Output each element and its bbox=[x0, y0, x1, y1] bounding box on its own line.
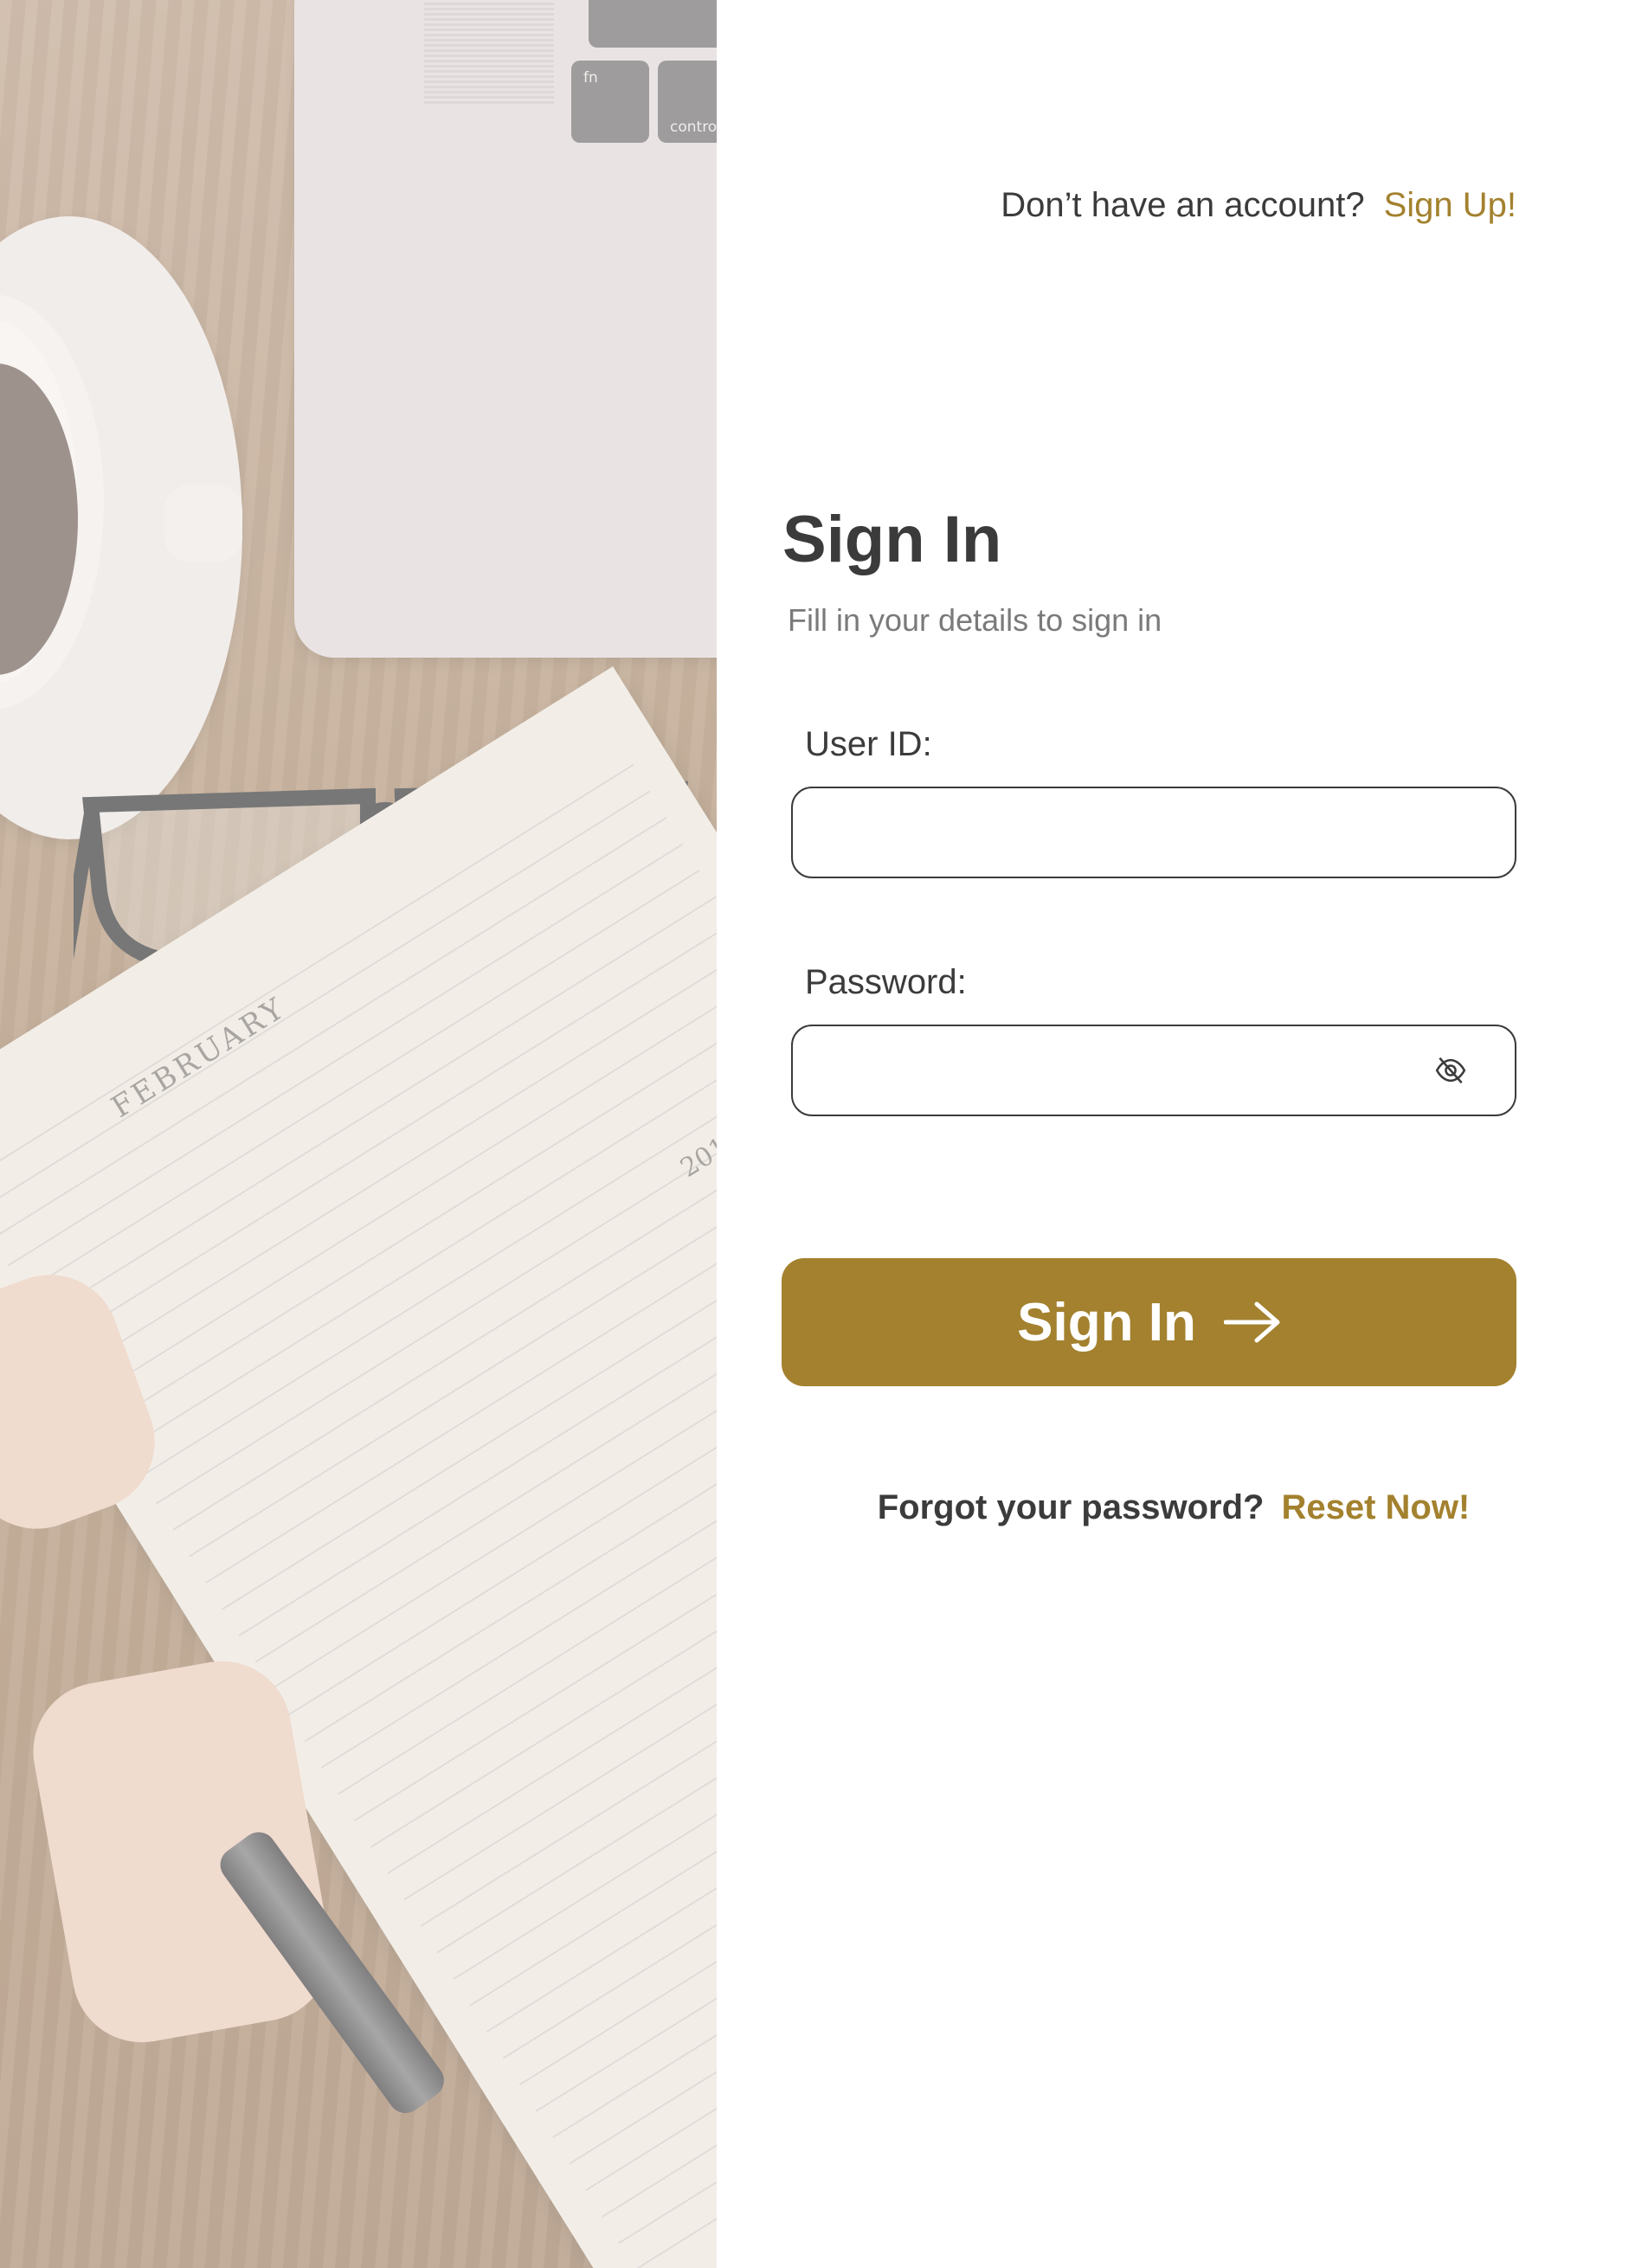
arrow-right-icon bbox=[1223, 1301, 1280, 1343]
signup-link[interactable]: Sign Up! bbox=[1384, 186, 1516, 225]
page-title: Sign In bbox=[782, 503, 1002, 576]
signup-prompt: Don’t have an account? Sign Up! bbox=[1001, 186, 1516, 225]
forgot-password-row: Forgot your password? Reset Now! bbox=[717, 1488, 1648, 1527]
signin-button-label: Sign In bbox=[1017, 1292, 1196, 1352]
forgot-password-text: Forgot your password? bbox=[877, 1488, 1265, 1526]
signup-prompt-text: Don’t have an account? bbox=[1001, 186, 1365, 224]
signin-button[interactable]: Sign In bbox=[782, 1258, 1516, 1386]
user-id-input[interactable] bbox=[791, 787, 1516, 878]
background-photo: shift fn control FEBRUARY 2017 bbox=[0, 0, 717, 2268]
signin-panel: Don’t have an account? Sign Up! Sign In … bbox=[717, 0, 1648, 2268]
eye-off-icon[interactable] bbox=[1432, 1054, 1470, 1087]
reset-password-link[interactable]: Reset Now! bbox=[1281, 1488, 1470, 1527]
page-subtitle: Fill in your details to sign in bbox=[788, 602, 1162, 638]
password-input[interactable] bbox=[791, 1025, 1516, 1116]
password-label: Password: bbox=[805, 963, 967, 1001]
user-id-label: User ID: bbox=[805, 725, 932, 763]
